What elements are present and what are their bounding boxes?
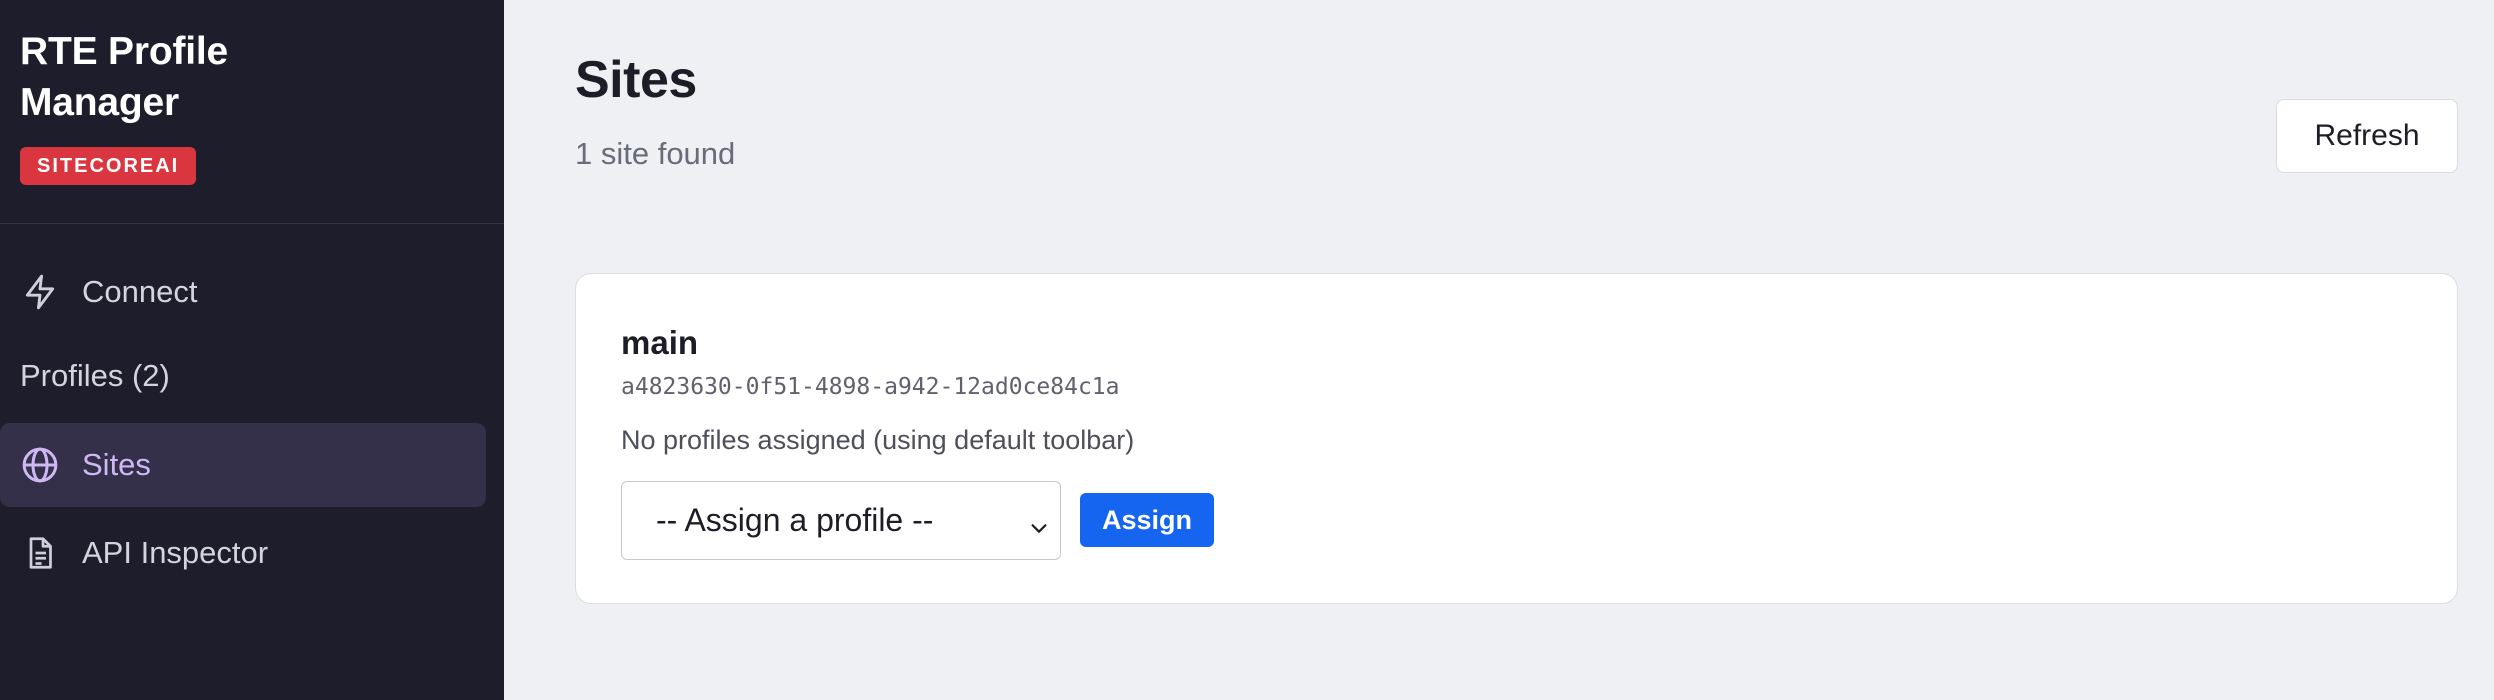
site-count: 1 site found (575, 136, 736, 171)
profile-select-value: -- Assign a profile -- (656, 502, 934, 538)
sidebar-item-label: API Inspector (82, 535, 269, 570)
sidebar-item-api-inspector[interactable]: API Inspector (0, 511, 486, 595)
globe-icon (20, 445, 60, 485)
lightning-icon (20, 272, 60, 312)
sidebar-item-sites[interactable]: Sites (0, 423, 486, 507)
app-title-line-1: RTE Profile (20, 30, 228, 73)
site-profile-status: No profiles assigned (using default tool… (621, 425, 1135, 455)
app-title: RTE Profile Manager (20, 26, 484, 128)
product-badge: SITECOREAI (20, 147, 197, 185)
site-name: main (621, 324, 699, 361)
sidebar-item-connect[interactable]: Connect (0, 250, 486, 334)
document-icon (20, 533, 60, 573)
brand-block: RTE Profile Manager SITECOREAI (0, 0, 504, 224)
sidebar-item-label: Connect (82, 274, 198, 309)
assign-button[interactable]: Assign (1080, 493, 1214, 547)
site-id: a4823630-0f51-4898-a942-12ad0ce84c1a (621, 374, 1120, 400)
app-title-line-2: Manager (20, 81, 179, 124)
profile-select[interactable]: -- Assign a profile -- (621, 481, 1061, 560)
main-content: Sites 1 site found Refresh main a4823630… (504, 0, 2494, 700)
sidebar-item-label: Profiles (2) (20, 358, 170, 393)
chevron-down-icon (1028, 510, 1050, 533)
sidebar-item-profiles[interactable]: Profiles (2) (0, 334, 486, 418)
refresh-button[interactable]: Refresh (2276, 99, 2458, 173)
site-card: main a4823630-0f51-4898-a942-12ad0ce84c1… (575, 273, 2458, 604)
sidebar: RTE Profile Manager SITECOREAI Connect P… (0, 0, 504, 700)
page-title: Sites (575, 51, 697, 109)
sidebar-item-label: Sites (82, 447, 151, 482)
